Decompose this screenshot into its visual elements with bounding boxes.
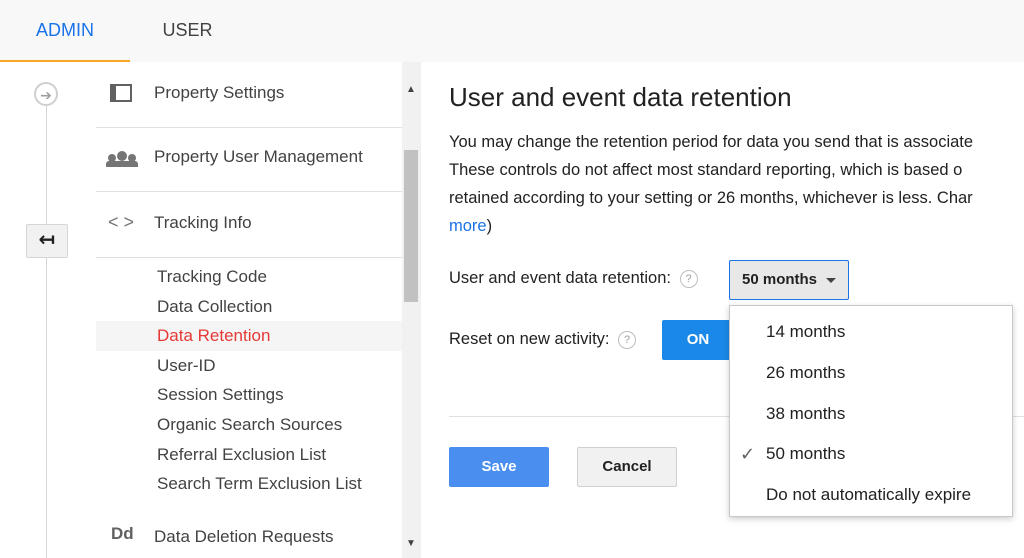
- code-brackets-icon: < >: [107, 212, 135, 232]
- retention-row: User and event data retention: ?: [449, 269, 698, 288]
- nav-scrollbar[interactable]: ▲ ▼: [402, 62, 420, 558]
- reset-row: Reset on new activity: ?: [449, 330, 637, 349]
- tab-user[interactable]: USER: [130, 0, 245, 62]
- help-icon[interactable]: ?: [679, 269, 698, 288]
- nav-tracking-info[interactable]: < > Tracking Info: [96, 192, 402, 258]
- description-line: These controls do not affect most standa…: [449, 161, 963, 179]
- help-icon[interactable]: ?: [618, 330, 637, 349]
- dropdown-option-50-months[interactable]: ✓ 50 months: [730, 434, 1012, 475]
- forward-arrow-icon[interactable]: ➔: [34, 82, 58, 106]
- checkmark-icon: ✓: [740, 444, 756, 465]
- reset-on-activity-toggle[interactable]: ON: [662, 320, 734, 360]
- page-title: User and event data retention: [449, 82, 792, 112]
- nav-property-user-management[interactable]: Property User Management: [96, 126, 402, 192]
- subnav-item-referral-exclusion-list[interactable]: Referral Exclusion List: [96, 440, 402, 470]
- back-arrow-icon[interactable]: ↤: [26, 224, 68, 258]
- scroll-down-arrow-icon[interactable]: ▼: [402, 538, 420, 554]
- tracking-info-subnav: Tracking Code Data Collection Data Reten…: [96, 262, 402, 499]
- subnav-item-user-id[interactable]: User-ID: [96, 351, 402, 381]
- dropdown-option-38-months[interactable]: 38 months: [730, 394, 1012, 435]
- nav-label: Data Deletion Requests: [154, 527, 334, 546]
- subnav-item-data-retention[interactable]: Data Retention: [96, 321, 402, 351]
- subnav-item-organic-search-sources[interactable]: Organic Search Sources: [96, 410, 402, 440]
- admin-nav-panel: Property Settings Property User Manageme…: [96, 62, 421, 558]
- dropdown-option-26-months[interactable]: 26 months: [730, 353, 1012, 394]
- subnav-item-data-collection[interactable]: Data Collection: [96, 292, 402, 322]
- nav-property-settings[interactable]: Property Settings: [96, 62, 402, 128]
- nav-label: Property User Management: [154, 147, 363, 166]
- description-line: retained according to your setting or 26…: [449, 189, 973, 207]
- dropdown-option-14-months[interactable]: 14 months: [730, 312, 1012, 353]
- retention-dropdown-menu: 14 months 26 months 38 months ✓ 50 months…: [729, 305, 1013, 517]
- scroll-thumb[interactable]: [404, 150, 418, 302]
- rail-divider: [46, 82, 47, 558]
- description: You may change the retention period for …: [449, 128, 1024, 240]
- reset-label: Reset on new activity:: [449, 330, 610, 348]
- top-tab-bar: ADMIN USER: [0, 0, 1024, 62]
- retention-select-value: 50 months: [742, 271, 818, 288]
- nav-label: Tracking Info: [154, 213, 252, 232]
- subnav-item-search-term-exclusion-list[interactable]: Search Term Exclusion List: [96, 469, 402, 499]
- scroll-up-arrow-icon[interactable]: ▲: [402, 84, 420, 100]
- tab-admin[interactable]: ADMIN: [0, 0, 130, 62]
- subnav-item-tracking-code[interactable]: Tracking Code: [96, 262, 402, 292]
- property-settings-icon: [110, 84, 132, 102]
- dropdown-option-do-not-expire[interactable]: Do not automatically expire: [730, 475, 1012, 516]
- cancel-button[interactable]: Cancel: [577, 447, 677, 487]
- nav-data-deletion-requests[interactable]: Dd Data Deletion Requests: [96, 517, 402, 557]
- people-icon: [106, 151, 138, 167]
- retention-label: User and event data retention:: [449, 269, 671, 287]
- data-deletion-icon: Dd: [111, 524, 134, 543]
- retention-select[interactable]: 50 months: [729, 260, 849, 300]
- learn-more-link[interactable]: more: [449, 217, 487, 235]
- save-button[interactable]: Save: [449, 447, 549, 487]
- nav-label: Property Settings: [154, 83, 285, 102]
- description-line: You may change the retention period for …: [449, 133, 974, 151]
- subnav-item-session-settings[interactable]: Session Settings: [96, 380, 402, 410]
- paren-close: ): [486, 217, 493, 235]
- left-rail: ➔ ↤: [0, 62, 96, 558]
- chevron-down-icon: [826, 278, 836, 283]
